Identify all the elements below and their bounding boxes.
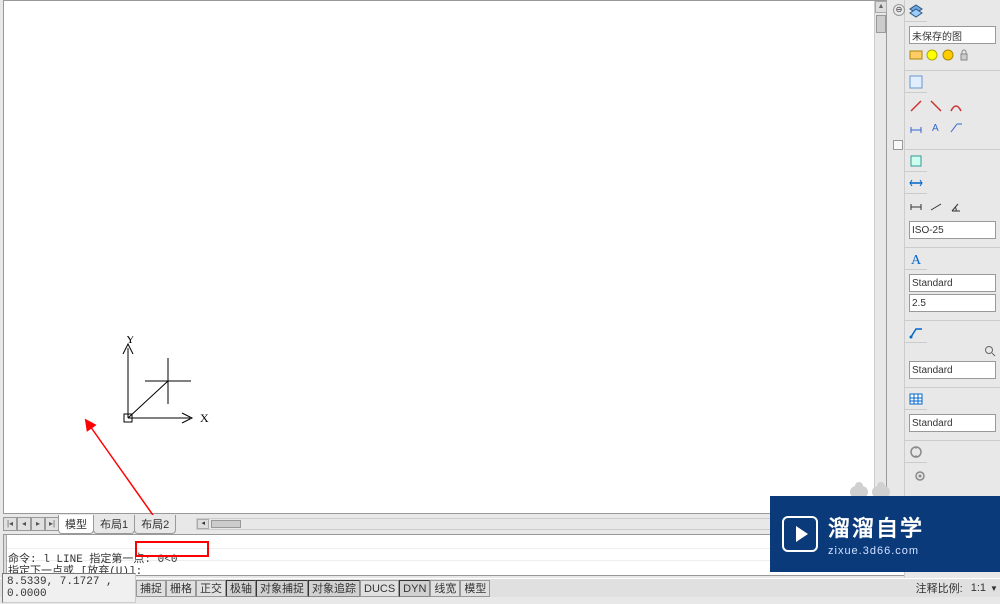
tab-layout2[interactable]: 布局2 <box>134 515 176 534</box>
toggle-ortho[interactable]: 正交 <box>196 580 226 597</box>
dim-style-dropdown[interactable]: ISO-25 <box>909 221 996 239</box>
toggle-ducs[interactable]: DUCS <box>360 580 399 597</box>
annotation-scale-label: 注释比例: <box>912 578 967 598</box>
dimension-panel-icon[interactable] <box>905 172 927 194</box>
table-panel-icon[interactable] <box>905 388 927 410</box>
watermark-title: 溜溜自学 <box>828 511 924 543</box>
table-icon <box>908 391 924 407</box>
tab-nav-next[interactable]: ▸ <box>31 517 45 531</box>
leader-search-icon[interactable] <box>984 345 996 359</box>
layer-state-label: 未保存的图 <box>912 28 962 43</box>
toggle-snap[interactable]: 捕捉 <box>136 580 166 597</box>
layer-state-dropdown[interactable]: 未保存的图 <box>909 26 996 44</box>
tab-nav-first[interactable]: |◂ <box>3 517 17 531</box>
text-icon: A <box>908 251 924 267</box>
coordinate-display[interactable]: 8.5339, 7.1727 , 0.0000 <box>2 573 136 603</box>
palette-pin-icon[interactable] <box>893 140 903 150</box>
command-handle[interactable] <box>4 535 7 575</box>
drawing-canvas[interactable]: Y X <box>4 1 874 513</box>
vertical-scrollbar[interactable]: ▲ ▼ <box>874 1 886 513</box>
layers-icon <box>908 3 924 19</box>
multileader-icon <box>908 324 924 340</box>
toggle-polar[interactable]: 极轴 <box>226 580 256 597</box>
svg-text:A: A <box>932 123 939 134</box>
ucs-icon: Y X <box>120 336 210 431</box>
toggle-lwt[interactable]: 线宽 <box>430 580 460 597</box>
layer-lock-icon[interactable] <box>957 48 971 62</box>
text-style-label: Standard <box>912 278 953 289</box>
scroll-left-button[interactable]: ◂ <box>197 519 209 529</box>
table-style-label: Standard <box>912 418 953 429</box>
watermark-url: zixue.3d66.com <box>828 545 924 557</box>
tab-nav-prev[interactable]: ◂ <box>17 517 31 531</box>
arc-tool-icon[interactable] <box>949 99 963 116</box>
dimension-icon <box>908 175 924 191</box>
toggle-dyn[interactable]: DYN <box>399 580 430 597</box>
utilities-panel-icon[interactable] <box>905 441 927 463</box>
dim-style-label: ISO-25 <box>912 225 944 236</box>
dim-linear-icon[interactable] <box>909 200 923 217</box>
tab-nav-last[interactable]: ▸| <box>45 517 59 531</box>
wrench-icon <box>908 444 924 460</box>
line-tool-icon[interactable] <box>909 99 923 116</box>
svg-text:X: X <box>200 411 209 425</box>
layer-freeze-icon[interactable] <box>941 48 955 62</box>
hscroll-thumb[interactable] <box>211 520 241 528</box>
settings-gear-icon[interactable] <box>913 469 927 486</box>
dim-tool-icon[interactable] <box>909 120 923 137</box>
annotation-scale-value[interactable]: 1:1 <box>967 580 990 596</box>
text-height-label: 2.5 <box>912 298 926 309</box>
constraints-panel-icon[interactable] <box>905 150 927 172</box>
tab-model[interactable]: 模型 <box>58 515 94 534</box>
constraint-icon <box>908 153 924 169</box>
pencil-ruler-icon <box>908 74 924 90</box>
text-panel-icon[interactable]: A <box>905 248 927 270</box>
play-icon <box>782 516 818 552</box>
text-style-dropdown[interactable]: Standard <box>909 274 996 292</box>
toggle-grid[interactable]: 栅格 <box>166 580 196 597</box>
text-annot-icon[interactable]: A <box>929 120 943 137</box>
draw-panel-icon[interactable] <box>905 71 927 93</box>
toggle-model[interactable]: 模型 <box>460 580 490 597</box>
watermark-logo: 溜溜自学 zixue.3d66.com <box>770 496 1000 572</box>
tab-layout1[interactable]: 布局1 <box>93 515 135 534</box>
dim-aligned-icon[interactable] <box>929 200 943 217</box>
tool-palette: ⊖ 未保存的图 A <box>904 0 1000 578</box>
dim-angular-icon[interactable] <box>949 200 963 217</box>
layout-tabs-row: |◂ ◂ ▸ ▸| 模型 布局1 布局2 ◂ ▸ <box>3 516 887 532</box>
annotation-scale-dropdown-icon[interactable]: ▼ <box>990 584 1000 593</box>
leader-tool-icon[interactable] <box>949 120 963 137</box>
layer-on-icon[interactable] <box>925 48 939 62</box>
toggle-osnap[interactable]: 对象捕捉 <box>256 580 308 597</box>
layer-props-row <box>909 48 996 62</box>
scroll-thumb[interactable] <box>876 15 886 33</box>
table-style-dropdown[interactable]: Standard <box>909 414 996 432</box>
leader-style-dropdown[interactable]: Standard <box>909 361 996 379</box>
multileader-panel-icon[interactable] <box>905 321 927 343</box>
svg-text:Y: Y <box>126 336 135 346</box>
palette-collapse-button[interactable]: ⊖ <box>893 4 905 16</box>
layer-props-icon[interactable] <box>909 48 923 62</box>
leader-style-label: Standard <box>912 365 953 376</box>
drawing-workspace: Y X ▲ ▼ <box>3 0 887 514</box>
toggle-otrack[interactable]: 对象追踪 <box>308 580 360 597</box>
svg-text:A: A <box>911 253 922 267</box>
scroll-up-button[interactable]: ▲ <box>875 1 887 13</box>
layers-panel-icon[interactable] <box>905 0 927 22</box>
line2-tool-icon[interactable] <box>929 99 943 116</box>
status-bar: 8.5339, 7.1727 , 0.0000 捕捉 栅格 正交 极轴 对象捕捉… <box>0 578 1000 597</box>
text-height-dropdown[interactable]: 2.5 <box>909 294 996 312</box>
